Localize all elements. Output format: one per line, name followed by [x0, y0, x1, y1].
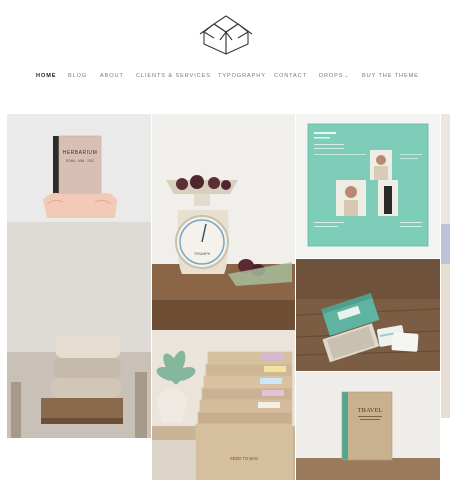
card-box-photo: [296, 259, 440, 371]
soap-photo: [7, 222, 151, 438]
notebook-photo: TRAVEL: [296, 372, 440, 480]
nav-about[interactable]: About: [100, 73, 124, 79]
portfolio-tile-partial[interactable]: [441, 114, 450, 418]
nav-buy-theme[interactable]: Buy The Theme: [362, 73, 419, 79]
folded-box-logo-icon: [199, 15, 253, 55]
portfolio-tile-notebook[interactable]: TRAVEL: [296, 372, 440, 480]
notebook-title: TRAVEL: [358, 407, 383, 414]
portfolio-tile-scale[interactable]: TRIUMPH: [152, 114, 295, 330]
pouch-label: SEED TO BAG: [230, 456, 258, 461]
scale-photo: TRIUMPH: [152, 114, 295, 330]
nav-typography[interactable]: Typography: [218, 73, 266, 79]
nav-home[interactable]: Home: [36, 73, 56, 79]
book-subtitle: ROMA · MMI · 2012: [66, 159, 95, 163]
pouches-photo: SEED TO BAG: [152, 330, 295, 480]
nav-contact[interactable]: Contact: [274, 73, 307, 79]
main-navigation: Home Blog About Clients & Services Typog…: [0, 73, 450, 85]
partial-photo: [441, 114, 450, 418]
portfolio-tile-pouches[interactable]: SEED TO BAG: [152, 330, 295, 480]
nav-drops[interactable]: Drops⌄: [319, 73, 350, 79]
scale-brand: TRIUMPH: [194, 252, 211, 256]
nav-clients-services[interactable]: Clients & Services: [136, 73, 211, 79]
book-photo: HERBARIUM ROMA · MMI · 2012: [7, 114, 151, 222]
website-mockup-photo: [296, 114, 440, 258]
nav-drops-label: Drops: [319, 73, 344, 79]
portfolio-tile-card-box[interactable]: [296, 259, 440, 371]
portfolio-tile-book[interactable]: HERBARIUM ROMA · MMI · 2012: [7, 114, 151, 222]
site-logo[interactable]: [198, 14, 254, 58]
chevron-down-icon: ⌄: [344, 73, 350, 79]
book-title: HERBARIUM: [63, 150, 98, 156]
portfolio-tile-website[interactable]: [296, 114, 440, 258]
nav-blog[interactable]: Blog: [68, 73, 87, 79]
portfolio-grid: HERBARIUM ROMA · MMI · 2012 TRIUMPH SEED…: [0, 114, 450, 480]
portfolio-tile-soap[interactable]: [7, 222, 151, 438]
